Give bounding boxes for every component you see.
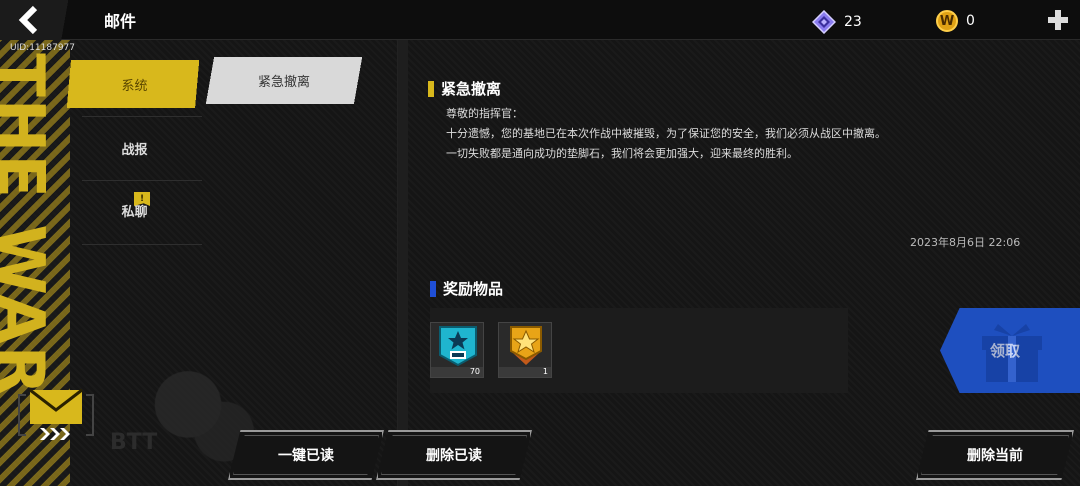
delete-current-button[interactable]: 删除当前 (916, 430, 1074, 480)
delete-read-button[interactable]: 删除已读 (376, 430, 532, 480)
back-arrow-icon (18, 5, 38, 35)
rewards-title: 奖励物品 (430, 278, 503, 299)
title-accent-bar (428, 80, 434, 97)
gem-icon (812, 10, 836, 34)
button-frame (233, 435, 379, 475)
coin-counter[interactable]: W 0 (936, 10, 975, 32)
add-currency-plus-icon[interactable] (1046, 8, 1070, 32)
bracket-left (18, 394, 26, 436)
gold-star-medal-icon (510, 326, 542, 365)
category-tab-system[interactable]: 系统 (62, 60, 207, 108)
rewards-accent-bar (430, 280, 436, 297)
panel-divider (398, 40, 408, 486)
back-button[interactable] (0, 0, 84, 40)
mail-line: 十分遗憾，您的基地已在本次作战中被摧毁，为了保证您的安全，我们必须从战区中撤离。 (446, 127, 886, 140)
reward-item[interactable]: 1 (498, 322, 552, 378)
coin-icon: W (936, 10, 958, 32)
gift-box-icon (982, 324, 1042, 382)
category-tab-battle-report[interactable]: 战报 (62, 124, 207, 172)
mail-list-item-title: 紧急撤离 (257, 75, 310, 90)
mail-body: 尊敬的指挥官： 十分遗憾，您的基地已在本次作战中被摧毁，为了保证您的安全，我们必… (446, 104, 1006, 164)
reward-list: 70 1 (430, 308, 848, 393)
envelope-icon (29, 388, 83, 440)
bracket-right (86, 394, 94, 436)
category-label: 系统 (121, 78, 148, 94)
mail-title-text: 紧急撤离 (441, 80, 502, 98)
read-all-button[interactable]: 一键已读 (228, 430, 384, 480)
divider (82, 244, 202, 245)
coin-count: 0 (966, 13, 975, 29)
mail-date: 2023年8月6日 22:06 (910, 236, 1021, 249)
mail-list: 紧急撤离 (200, 40, 398, 486)
reward-quantity: 1 (499, 367, 551, 377)
user-id: UID:11187977 (10, 43, 76, 53)
gem-counter[interactable]: 23 (812, 10, 862, 34)
divider (82, 116, 202, 117)
mail-line: 尊敬的指挥官： (446, 107, 523, 120)
mail-home-button[interactable] (18, 386, 94, 442)
mail-detail: 紧急撤离 尊敬的指挥官： 十分遗憾，您的基地已在本次作战中被摧毁，为了保证您的安… (410, 40, 1080, 486)
button-frame (381, 435, 527, 475)
category-label: 战报 (121, 142, 148, 158)
page-title: 邮件 (104, 12, 137, 31)
reward-quantity: 70 (431, 367, 483, 377)
button-frame (921, 435, 1069, 475)
rewards-title-text: 奖励物品 (443, 280, 504, 298)
mail-list-item[interactable]: 紧急撤离 (200, 57, 368, 104)
divider (82, 180, 202, 181)
top-bar: 邮件 23 W 0 (0, 0, 1080, 40)
reward-item[interactable]: 70 (430, 322, 484, 378)
mail-line: 一切失败都是通向成功的垫脚石，我们将会更加强大，迎来最终的胜利。 (446, 147, 798, 160)
gem-count: 23 (844, 14, 862, 30)
cyan-star-badge-icon (439, 326, 477, 367)
mail-title: 紧急撤离 (428, 78, 501, 99)
